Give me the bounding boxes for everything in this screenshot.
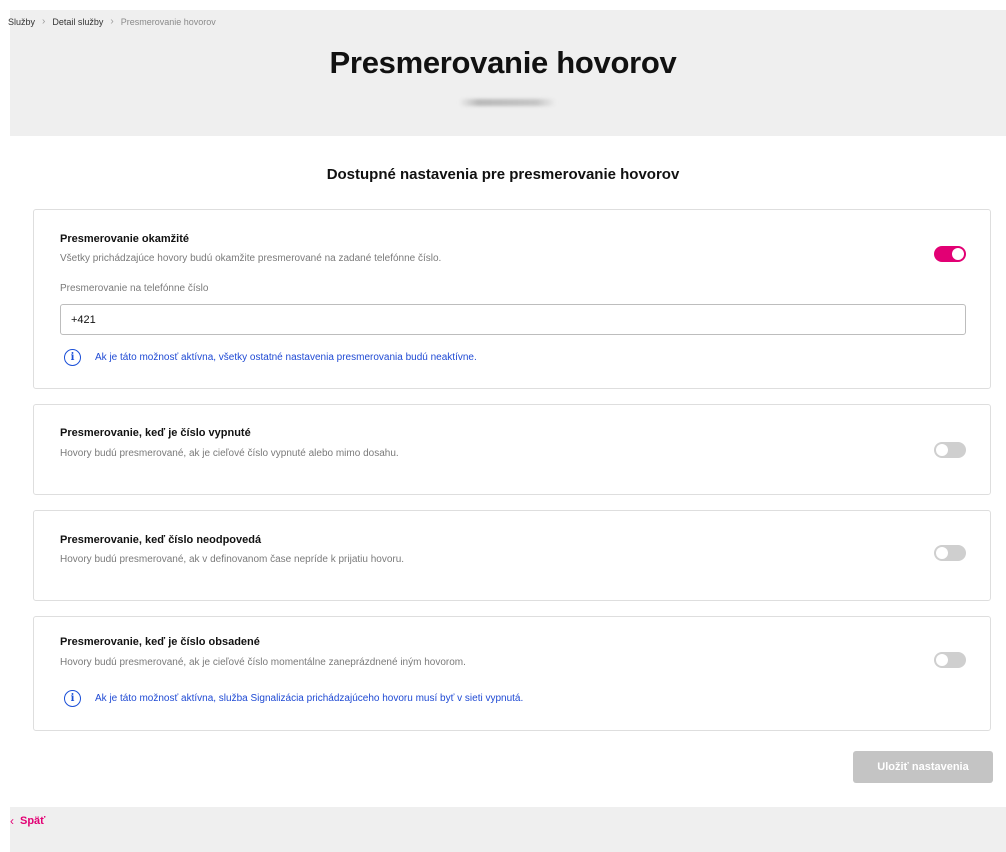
card-forwarding-no-answer: Presmerovanie, keď číslo neodpovedá Hovo… (33, 510, 991, 601)
phone-field-label: Presmerovanie na telefónne číslo (60, 283, 209, 294)
breadcrumb-item-detail[interactable]: Detail služby (52, 17, 103, 27)
toggle-forwarding-no-answer[interactable] (934, 545, 966, 561)
card-forwarding-when-off: Presmerovanie, keď je číslo vypnuté Hovo… (33, 404, 991, 495)
card-description: Všetky prichádzajúce hovory budú okamžit… (60, 253, 442, 264)
breadcrumb-item-sluzby[interactable]: Služby (8, 17, 35, 27)
card-title: Presmerovanie, keď je číslo obsadené (60, 636, 260, 648)
toggle-knob (952, 248, 964, 260)
card-title: Presmerovanie okamžité (60, 233, 190, 245)
back-label: Späť (20, 815, 46, 827)
card-description: Hovory budú presmerované, ak je cieľové … (60, 448, 399, 459)
breadcrumb: Služby › Detail služby › Presmerovanie h… (8, 16, 216, 27)
toggle-forwarding-when-off[interactable] (934, 442, 966, 458)
info-row: i Ak je táto možnosť aktívna, všetky ost… (64, 349, 477, 366)
toggle-forwarding-busy[interactable] (934, 652, 966, 668)
info-text: Ak je táto možnosť aktívna, všetky ostat… (95, 352, 477, 363)
info-icon: i (64, 690, 81, 707)
breadcrumb-current: Presmerovanie hovorov (120, 16, 216, 27)
page-title: Presmerovanie hovorov (329, 45, 677, 80)
chevron-left-icon: ‹ (10, 814, 14, 828)
info-row: i Ak je táto možnosť aktívna, služba Sig… (64, 690, 523, 707)
card-title: Presmerovanie, keď číslo neodpovedá (60, 534, 262, 546)
footer-band (10, 807, 1006, 852)
card-forwarding-busy: Presmerovanie, keď je číslo obsadené Hov… (33, 616, 991, 731)
card-description: Hovory budú presmerované, ak v definovan… (60, 554, 405, 565)
info-text: Ak je táto možnosť aktívna, služba Signa… (95, 693, 524, 704)
blurred-phone-number (459, 99, 556, 106)
back-link[interactable]: ‹ Späť (10, 814, 45, 828)
breadcrumb-separator: › (110, 16, 114, 27)
card-title: Presmerovanie, keď je číslo vypnuté (60, 427, 251, 439)
info-icon: i (64, 349, 81, 366)
breadcrumb-separator: › (42, 16, 46, 27)
save-settings-button[interactable]: Uložiť nastavenia (853, 751, 993, 783)
phone-number-input[interactable] (60, 304, 966, 335)
section-title: Dostupné nastavenia pre presmerovanie ho… (326, 166, 680, 183)
toggle-knob (936, 444, 948, 456)
card-description: Hovory budú presmerované, ak je cieľové … (60, 657, 466, 668)
toggle-knob (936, 654, 948, 666)
toggle-knob (936, 547, 948, 559)
toggle-immediate-forwarding[interactable] (934, 246, 966, 262)
card-immediate-forwarding: Presmerovanie okamžité Všetky prichádzaj… (33, 209, 991, 389)
